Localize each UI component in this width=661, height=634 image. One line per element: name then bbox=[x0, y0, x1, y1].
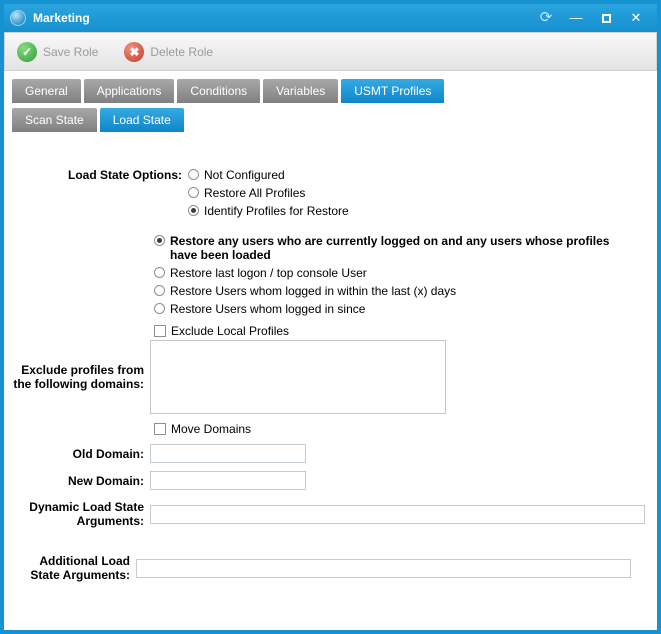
old-domain-input[interactable] bbox=[150, 444, 306, 463]
checkbox-label: Exclude Local Profiles bbox=[171, 324, 289, 338]
radio-label: Restore any users who are currently logg… bbox=[170, 234, 640, 262]
tab-applications[interactable]: Applications bbox=[84, 79, 175, 103]
old-domain-label: Old Domain: bbox=[12, 447, 150, 461]
delete-x-icon: ✖ bbox=[124, 42, 144, 62]
delete-role-label: Delete Role bbox=[150, 45, 213, 59]
checkbox-exclude-local-profiles[interactable]: Exclude Local Profiles bbox=[154, 324, 649, 338]
new-domain-label: New Domain: bbox=[12, 474, 150, 488]
additional-args-input[interactable] bbox=[136, 559, 631, 578]
radio-restore-last-x-days[interactable]: Restore Users whom logged in within the … bbox=[154, 284, 649, 298]
dynamic-args-row: Dynamic Load State Arguments: bbox=[12, 500, 649, 528]
app-icon bbox=[10, 10, 26, 26]
additional-args-row: Additional Load State Arguments: bbox=[12, 554, 649, 582]
radio-restore-since[interactable]: Restore Users whom logged in since bbox=[154, 302, 649, 316]
old-domain-row: Old Domain: bbox=[12, 444, 649, 463]
radio-label: Restore Users whom logged in within the … bbox=[170, 284, 456, 298]
dynamic-args-label: Dynamic Load State Arguments: bbox=[12, 500, 150, 528]
maximize-icon bbox=[602, 14, 611, 23]
radio-restore-logged-on-users[interactable]: Restore any users who are currently logg… bbox=[154, 234, 649, 262]
load-state-options-row: Load State Options: Not Configured Resto… bbox=[12, 166, 649, 220]
restore-options-group: Restore any users who are currently logg… bbox=[154, 232, 649, 318]
role-editor-window: Marketing ⟳ — ✕ ✓ Save Role ✖ Delete Rol… bbox=[0, 0, 661, 634]
save-role-button[interactable]: ✓ Save Role bbox=[17, 42, 98, 62]
checkbox-label: Move Domains bbox=[171, 422, 251, 436]
refresh-icon[interactable]: ⟳ bbox=[531, 4, 561, 32]
exclude-domains-row: Exclude profiles from the following doma… bbox=[12, 340, 649, 414]
title-bar: Marketing ⟳ — ✕ bbox=[4, 4, 657, 32]
exclude-domains-textarea[interactable] bbox=[150, 340, 446, 414]
checkbox-icon bbox=[154, 325, 166, 337]
radio-icon bbox=[188, 187, 199, 198]
radio-restore-all-profiles[interactable]: Restore All Profiles bbox=[188, 186, 349, 200]
sub-tab-strip: Scan State Load State bbox=[4, 103, 657, 132]
tab-general[interactable]: General bbox=[12, 79, 81, 103]
radio-label: Not Configured bbox=[204, 168, 285, 182]
save-check-icon: ✓ bbox=[17, 42, 37, 62]
radio-icon bbox=[154, 235, 165, 246]
tab-scan-state[interactable]: Scan State bbox=[12, 108, 97, 132]
dynamic-args-input[interactable] bbox=[150, 505, 645, 524]
radio-label: Restore Users whom logged in since bbox=[170, 302, 365, 316]
checkbox-icon bbox=[154, 423, 166, 435]
close-button[interactable]: ✕ bbox=[621, 4, 651, 32]
window-title: Marketing bbox=[33, 11, 531, 25]
radio-icon bbox=[188, 205, 199, 216]
additional-args-label: Additional Load State Arguments: bbox=[12, 554, 136, 582]
tab-variables[interactable]: Variables bbox=[263, 79, 338, 103]
radio-icon bbox=[188, 169, 199, 180]
radio-label: Restore All Profiles bbox=[204, 186, 305, 200]
radio-icon bbox=[154, 303, 165, 314]
save-role-label: Save Role bbox=[43, 45, 98, 59]
radio-label: Restore last logon / top console User bbox=[170, 266, 367, 280]
mode-options-group: Not Configured Restore All Profiles Iden… bbox=[188, 166, 349, 220]
delete-role-button[interactable]: ✖ Delete Role bbox=[124, 42, 213, 62]
new-domain-row: New Domain: bbox=[12, 471, 649, 490]
minimize-button[interactable]: — bbox=[561, 4, 591, 32]
radio-icon bbox=[154, 267, 165, 278]
new-domain-input[interactable] bbox=[150, 471, 306, 490]
radio-icon bbox=[154, 285, 165, 296]
maximize-button[interactable] bbox=[591, 4, 621, 32]
tab-conditions[interactable]: Conditions bbox=[177, 79, 260, 103]
load-state-panel: Load State Options: Not Configured Resto… bbox=[4, 132, 657, 630]
main-tab-strip: General Applications Conditions Variable… bbox=[4, 71, 657, 103]
radio-restore-last-logon[interactable]: Restore last logon / top console User bbox=[154, 266, 649, 280]
tab-usmt-profiles[interactable]: USMT Profiles bbox=[341, 79, 444, 103]
radio-label: Identify Profiles for Restore bbox=[204, 204, 349, 218]
radio-not-configured[interactable]: Not Configured bbox=[188, 168, 349, 182]
tab-load-state[interactable]: Load State bbox=[100, 108, 184, 132]
checkbox-move-domains[interactable]: Move Domains bbox=[154, 422, 649, 436]
radio-identify-profiles[interactable]: Identify Profiles for Restore bbox=[188, 204, 349, 218]
toolbar: ✓ Save Role ✖ Delete Role bbox=[4, 32, 657, 71]
load-state-options-label: Load State Options: bbox=[12, 166, 188, 182]
exclude-domains-label: Exclude profiles from the following doma… bbox=[12, 363, 150, 391]
